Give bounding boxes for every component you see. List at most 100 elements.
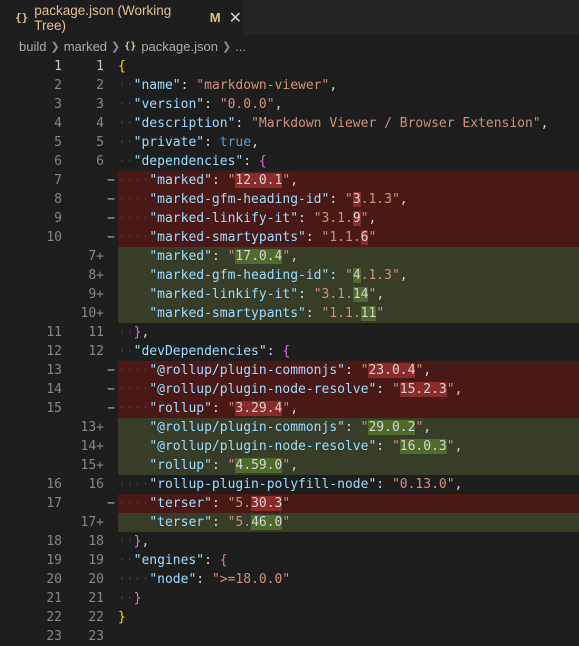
code-text[interactable]: ····"@rollup/plugin-node-resolve": "15.2… [118, 380, 579, 399]
code-token: ···· [118, 515, 150, 530]
original-line-number: 16 [46, 477, 62, 492]
code-token: , [290, 249, 299, 264]
code-token: "5. [227, 496, 252, 511]
code-token: "3.1. [313, 287, 353, 302]
code-text[interactable]: ··"engines": { [118, 551, 579, 570]
diff-line[interactable]: 21 21 ··} [0, 589, 579, 608]
diff-line[interactable]: 6 6 ··"dependencies": { [0, 152, 579, 171]
code-token: "1.1. [321, 230, 361, 245]
modified-line-number: 12 [88, 344, 104, 359]
diff-line-inserted[interactable]: 10+ ····"marked-smartypants": "1.1.11" [0, 304, 579, 323]
code-token: "marked-gfm-heading-id" [149, 268, 330, 283]
code-token: : [266, 344, 283, 359]
diff-line-inserted[interactable]: 7+ ····"marked": "17.0.4", [0, 247, 579, 266]
diff-line[interactable]: 23 23 [0, 627, 579, 646]
code-text[interactable]: } [118, 608, 579, 627]
diff-line-inserted[interactable]: 9+ ····"marked-linkify-it": "3.1.14", [0, 285, 579, 304]
diff-line-deleted[interactable]: 13 − ····"@rollup/plugin-commonjs": "23.0.… [0, 361, 579, 380]
code-text[interactable]: { [118, 57, 579, 76]
code-token: ···· [118, 572, 150, 587]
code-text[interactable]: ····"terser": "5.30.3" [118, 494, 579, 513]
close-icon[interactable]: ✕ [229, 9, 242, 26]
code-token: 4 [352, 268, 361, 283]
original-line-number [0, 304, 62, 323]
code-text[interactable]: ··"dependencies": { [118, 152, 579, 171]
modified-line-number: 23 [88, 629, 104, 644]
breadcrumb-item-build[interactable]: build [19, 39, 46, 54]
code-text[interactable]: ····"node": ">=18.0.0" [118, 570, 579, 589]
diff-line-deleted[interactable]: 8 − ····"marked-gfm-heading-id": "3.1.3", [0, 190, 579, 209]
code-text[interactable]: ····"@rollup/plugin-commonjs": "29.0.2", [118, 418, 579, 437]
diff-line-inserted[interactable]: 14+ ····"@rollup/plugin-node-resolve": "1… [0, 437, 579, 456]
modified-line-number: 10+ [80, 306, 104, 321]
code-text[interactable]: ··}, [118, 323, 579, 342]
breadcrumb-item-marked[interactable]: marked [64, 39, 107, 54]
modified-line-number: 3 [96, 97, 104, 112]
diff-line[interactable]: 5 5 ··"private": true, [0, 133, 579, 152]
code-text[interactable]: ····"rollup": "4.59.0", [118, 456, 579, 475]
diff-line[interactable]: 1 1 { [0, 57, 579, 76]
code-text[interactable]: ····"marked-linkify-it": "3.1.9", [118, 209, 579, 228]
code-token: "marked-smartypants" [149, 306, 306, 321]
diff-line[interactable]: 4 4 ··"description": "Markdown Viewer / Br… [0, 114, 579, 133]
diff-editor[interactable]: 1 1{2 2 ··"name": "markdown-viewer", 3 3 ··"ve… [0, 57, 579, 646]
code-token: "private" [133, 135, 205, 150]
original-line-number: 7 [54, 173, 62, 188]
code-text[interactable]: ··} [118, 589, 579, 608]
code-text[interactable]: ··"name": "markdown-viewer", [118, 76, 579, 95]
diff-line[interactable]: 16 16 ····"rollup-plugin-polyfill-node": "… [0, 475, 579, 494]
code-text[interactable]: ····"marked-gfm-heading-id": "4.1.3", [118, 266, 579, 285]
diff-line[interactable]: 18 18 ··}, [0, 532, 579, 551]
diff-line[interactable]: 22 22} [0, 608, 579, 627]
code-text[interactable]: ··}, [118, 532, 579, 551]
diff-line[interactable]: 20 20 ····"node": ">=18.0.0" [0, 570, 579, 589]
code-token: "@rollup/plugin-commonjs" [149, 363, 345, 378]
modified-line-number [62, 190, 104, 209]
breadcrumb-item-file[interactable]: package.json [141, 39, 218, 54]
code-text[interactable]: ··"description": "Markdown Viewer / Brow… [118, 114, 579, 133]
diff-line[interactable]: 12 12 ··"devDependencies": { [0, 342, 579, 361]
diff-line-deleted[interactable]: 14 − ····"@rollup/plugin-node-resolve": "1… [0, 380, 579, 399]
diff-line-deleted[interactable]: 7 − ····"marked": "12.0.1", [0, 171, 579, 190]
code-text[interactable]: ····"rollup-plugin-polyfill-node": "0.13… [118, 475, 579, 494]
diff-line-inserted[interactable]: 15+ ····"rollup": "4.59.0", [0, 456, 579, 475]
diff-line-inserted[interactable]: 8+ ····"marked-gfm-heading-id": "4.1.3", [0, 266, 579, 285]
code-token: 46.0 [251, 515, 283, 530]
code-text[interactable]: ····"marked-gfm-heading-id": "3.1.3", [118, 190, 579, 209]
diff-line[interactable]: 3 3 ··"version": "0.0.0", [0, 95, 579, 114]
code-text[interactable]: ····"marked-smartypants": "1.1.11" [118, 304, 579, 323]
code-text[interactable]: ····"terser": "5.46.0" [118, 513, 579, 532]
code-token: 29.0.2 [368, 420, 416, 435]
code-text[interactable]: ····"marked": "12.0.1", [118, 171, 579, 190]
code-text[interactable]: ····"marked-smartypants": "1.1.6" [118, 228, 579, 247]
diff-line-deleted[interactable]: 9 − ····"marked-linkify-it": "3.1.9", [0, 209, 579, 228]
diff-marker: − [107, 401, 115, 416]
code-text[interactable]: ··"devDependencies": { [118, 342, 579, 361]
code-text[interactable]: ··"version": "0.0.0", [118, 95, 579, 114]
original-line-number: 14 [46, 382, 62, 397]
code-token: " [282, 515, 291, 530]
code-text[interactable]: ····"rollup": "3.29.4", [118, 399, 579, 418]
diff-line[interactable]: 11 11 ··}, [0, 323, 579, 342]
diff-marker [104, 608, 118, 627]
code-token: "1.1. [321, 306, 361, 321]
diff-line-deleted[interactable]: 10− ····"marked-smartypants": "1.1.6" [0, 228, 579, 247]
diff-line[interactable]: 19 19 ··"engines": { [0, 551, 579, 570]
code-text[interactable]: ····"marked": "17.0.4", [118, 247, 579, 266]
diff-line-inserted[interactable]: 13+ ····"@rollup/plugin-commonjs": "29.0.… [0, 418, 579, 437]
code-token: 4.59.0 [235, 458, 283, 473]
code-text[interactable]: ····"@rollup/plugin-node-resolve": "16.0… [118, 437, 579, 456]
diff-line-deleted[interactable]: 15 − ····"rollup": "3.29.4", [0, 399, 579, 418]
code-token: "rollup" [149, 401, 212, 416]
diff-line-deleted[interactable]: 17 − ····"terser": "5.30.3" [0, 494, 579, 513]
diff-line-inserted[interactable]: 17+ ····"terser": "5.46.0" [0, 513, 579, 532]
code-text[interactable]: ····"@rollup/plugin-commonjs": "23.0.4", [118, 361, 579, 380]
original-line-number: 9 [54, 211, 62, 226]
code-text[interactable] [118, 627, 579, 646]
diff-line[interactable]: 2 2 ··"name": "markdown-viewer", [0, 76, 579, 95]
tab-package-json[interactable]: {} package.json (Working Tree) M ✕ [0, 0, 242, 35]
modified-line-number [62, 399, 104, 418]
breadcrumb-item-more[interactable]: ... [235, 39, 246, 54]
code-text[interactable]: ····"marked-linkify-it": "3.1.14", [118, 285, 579, 304]
code-text[interactable]: ··"private": true, [118, 133, 579, 152]
